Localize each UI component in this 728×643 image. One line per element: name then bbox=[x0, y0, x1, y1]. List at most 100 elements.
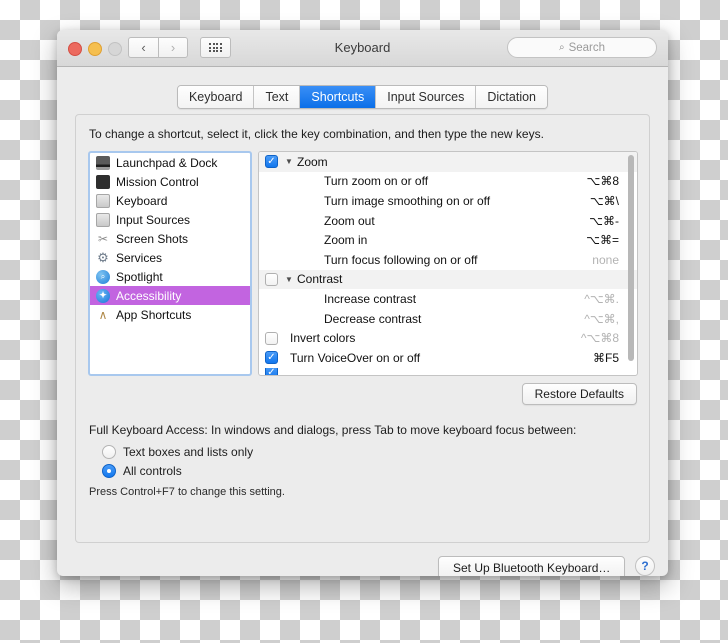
shortcut-label: Turn image smoothing on or off bbox=[324, 193, 491, 208]
shortcut-label: Invert colors bbox=[290, 331, 356, 346]
full-keyboard-access-label: Full Keyboard Access: In windows and dia… bbox=[89, 423, 577, 437]
sidebar-item-launchpad-dock[interactable]: Launchpad & Dock bbox=[90, 153, 250, 172]
help-button[interactable]: ? bbox=[635, 556, 655, 576]
sidebar-item-label: Spotlight bbox=[116, 269, 163, 284]
tab-input-sources[interactable]: Input Sources bbox=[376, 86, 477, 108]
radio-button[interactable] bbox=[102, 445, 116, 459]
search-input[interactable]: ⌕ Search bbox=[507, 37, 657, 58]
shortcut-categories-list[interactable]: Launchpad & Dock Mission Control Keyboard I… bbox=[88, 151, 252, 376]
shortcuts-scrollbar[interactable] bbox=[627, 155, 635, 373]
checkbox-spacer bbox=[265, 292, 278, 305]
sidebar-item-input-sources[interactable]: Input Sources bbox=[90, 210, 250, 229]
screenshot-icon: ✂ bbox=[97, 231, 109, 246]
shortcut-label: Turn focus following on or off bbox=[324, 252, 478, 267]
shortcut-row[interactable]: Turn image smoothing on or off ⌥⌘\ bbox=[259, 191, 637, 211]
shortcut-label: Zoom out bbox=[324, 213, 375, 228]
app-shortcuts-icon: ∧ bbox=[98, 307, 108, 322]
sidebar-item-keyboard[interactable]: Keyboard bbox=[90, 191, 250, 210]
shortcut-key-combination[interactable]: ⌥⌘8 bbox=[586, 174, 619, 188]
shortcuts-panel: To change a shortcut, select it, click t… bbox=[75, 114, 650, 543]
spotlight-icon: ⌕ bbox=[96, 269, 110, 284]
shortcut-key-combination[interactable]: ^⌥⌘. bbox=[584, 292, 619, 306]
keyboard-preferences-window: ‹ › Keyboard ⌕ Search Keyboard Text Shortc… bbox=[57, 30, 668, 576]
shortcut-key-combination[interactable]: ⌥⌘= bbox=[586, 233, 619, 247]
shortcut-row[interactable]: Turn focus following on or off none bbox=[259, 250, 637, 270]
instructions-text: To change a shortcut, select it, click t… bbox=[89, 127, 544, 141]
shortcut-row[interactable]: ✓ Turn VoiceOver on or off ⌘F5 bbox=[259, 348, 637, 368]
tab-dictation[interactable]: Dictation bbox=[476, 86, 548, 108]
sidebar-item-accessibility[interactable]: ✦ Accessibility bbox=[90, 286, 250, 305]
tab-bar: Keyboard Text Shortcuts Input Sources Dictat… bbox=[57, 85, 668, 109]
shortcut-row-partial[interactable]: ✓ bbox=[259, 367, 637, 375]
checkbox-spacer bbox=[265, 253, 278, 266]
checkbox-spacer bbox=[265, 214, 278, 227]
checkbox-spacer bbox=[265, 312, 278, 325]
search-icon: ⌕ bbox=[558, 42, 565, 53]
sidebar-item-label: Accessibility bbox=[116, 288, 182, 303]
sidebar-item-label: Launchpad & Dock bbox=[116, 155, 218, 170]
shortcut-label: Zoom bbox=[297, 154, 328, 169]
shortcut-key-combination[interactable]: ⌘F5 bbox=[593, 351, 619, 365]
checkbox-spacer bbox=[265, 194, 278, 207]
sidebar-item-label: Mission Control bbox=[116, 174, 199, 189]
sidebar-item-label: App Shortcuts bbox=[116, 307, 192, 322]
sidebar-item-app-shortcuts[interactable]: ∧ App Shortcuts bbox=[90, 305, 250, 324]
shortcut-row[interactable]: Decrease contrast ^⌥⌘, bbox=[259, 309, 637, 329]
tab-keyboard[interactable]: Keyboard bbox=[177, 86, 255, 108]
shortcut-group-row[interactable]: ✓ ▼ Zoom bbox=[259, 152, 637, 172]
radio-text-boxes-and-lists[interactable]: Text boxes and lists only bbox=[102, 445, 253, 459]
disclosure-triangle-icon[interactable]: ▼ bbox=[285, 157, 297, 166]
shortcut-group-row[interactable]: ▼ Contrast bbox=[259, 269, 637, 290]
shortcut-label: Decrease contrast bbox=[324, 311, 422, 326]
sidebar-item-services[interactable]: ⚙ Services bbox=[90, 248, 250, 267]
restore-defaults-button[interactable]: Restore Defaults bbox=[521, 383, 637, 405]
mission-control-icon bbox=[96, 174, 110, 189]
shortcut-checkbox[interactable] bbox=[265, 331, 278, 345]
full-keyboard-access-hint: Press Control+F7 to change this setting. bbox=[89, 486, 285, 498]
shortcuts-list[interactable]: ✓ ▼ Zoom Turn zoom on or off ⌥⌘8 Turn image s… bbox=[258, 151, 638, 376]
shortcut-checkbox[interactable] bbox=[265, 272, 278, 286]
gear-icon: ⚙ bbox=[97, 250, 109, 265]
radio-all-controls[interactable]: All controls bbox=[102, 464, 182, 478]
checkbox-spacer bbox=[265, 234, 278, 247]
search-placeholder: Search bbox=[568, 41, 606, 54]
sidebar-item-label: Keyboard bbox=[116, 193, 168, 208]
sidebar-item-screen-shots[interactable]: ✂ Screen Shots bbox=[90, 229, 250, 248]
tab-shortcuts[interactable]: Shortcuts bbox=[300, 86, 377, 108]
shortcut-label: Turn zoom on or off bbox=[324, 174, 429, 189]
shortcut-key-combination[interactable]: ⌥⌘- bbox=[589, 214, 619, 228]
shortcut-checkbox[interactable]: ✓ bbox=[265, 367, 278, 375]
laptop-icon bbox=[96, 155, 110, 170]
shortcut-checkbox[interactable]: ✓ bbox=[265, 155, 278, 169]
accessibility-icon: ✦ bbox=[96, 288, 110, 303]
shortcut-row[interactable]: Turn zoom on or off ⌥⌘8 bbox=[259, 172, 637, 192]
sidebar-item-mission-control[interactable]: Mission Control bbox=[90, 172, 250, 191]
shortcut-label: Zoom in bbox=[324, 233, 368, 248]
shortcut-label: Increase contrast bbox=[324, 291, 417, 306]
sidebar-item-label: Screen Shots bbox=[116, 231, 189, 246]
shortcut-checkbox[interactable]: ✓ bbox=[265, 351, 278, 365]
shortcut-key-combination[interactable]: none bbox=[592, 253, 619, 267]
checkbox-spacer bbox=[265, 175, 278, 188]
window-titlebar: ‹ › Keyboard ⌕ Search bbox=[57, 30, 668, 67]
shortcut-key-combination[interactable]: ⌥⌘\ bbox=[590, 194, 619, 208]
shortcut-row[interactable]: Zoom in ⌥⌘= bbox=[259, 230, 637, 250]
shortcut-row[interactable]: Zoom out ⌥⌘- bbox=[259, 211, 637, 231]
shortcut-key-combination[interactable]: ^⌥⌘8 bbox=[581, 331, 619, 345]
radio-label: All controls bbox=[123, 464, 182, 478]
shortcut-key-combination[interactable]: ^⌥⌘, bbox=[584, 312, 619, 326]
shortcut-row[interactable]: Invert colors ^⌥⌘8 bbox=[259, 328, 637, 348]
scrollbar-thumb[interactable] bbox=[628, 155, 634, 361]
setup-bluetooth-keyboard-button[interactable]: Set Up Bluetooth Keyboard… bbox=[438, 556, 626, 576]
sidebar-item-label: Services bbox=[116, 250, 163, 265]
sidebar-item-spotlight[interactable]: ⌕ Spotlight bbox=[90, 267, 250, 286]
radio-label: Text boxes and lists only bbox=[123, 445, 254, 459]
sidebar-item-label: Input Sources bbox=[116, 212, 191, 227]
keyboard-icon bbox=[96, 212, 110, 227]
radio-button[interactable] bbox=[102, 464, 116, 478]
disclosure-triangle-icon[interactable]: ▼ bbox=[285, 275, 297, 284]
shortcut-label: Turn VoiceOver on or off bbox=[290, 350, 421, 365]
shortcut-label: Contrast bbox=[297, 272, 343, 287]
tab-text[interactable]: Text bbox=[254, 86, 301, 108]
shortcut-row[interactable]: Increase contrast ^⌥⌘. bbox=[259, 289, 637, 309]
